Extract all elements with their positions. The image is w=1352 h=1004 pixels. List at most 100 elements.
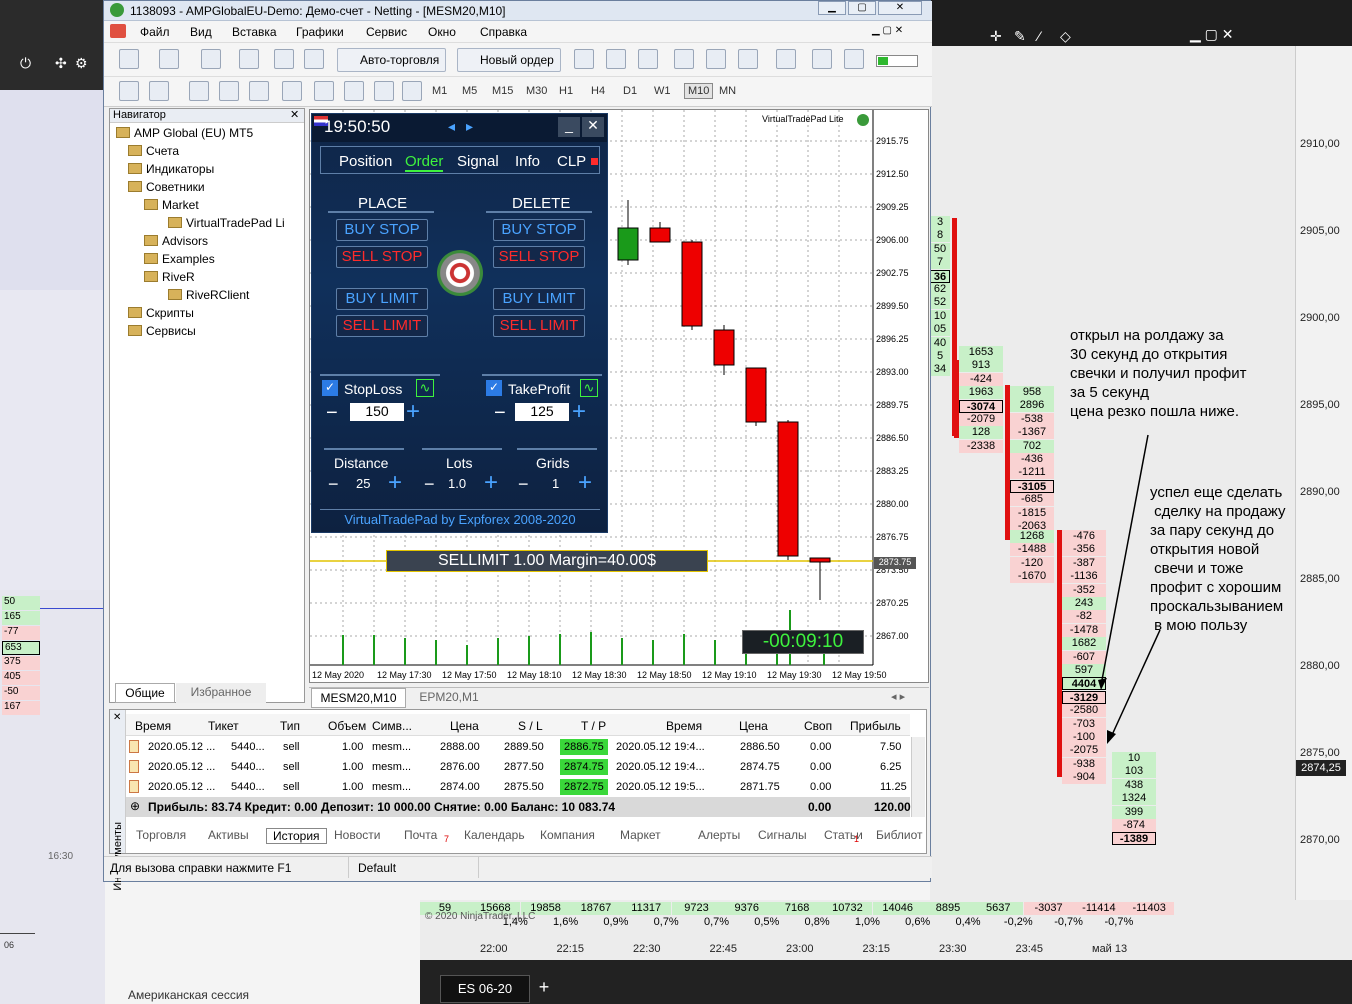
line-tool-icon[interactable]: ⁄ [1038,28,1040,44]
stoploss-wave-icon[interactable]: ∿ [416,379,434,397]
lots-plus-button[interactable]: + [484,469,498,497]
add-tab-button[interactable]: + [532,975,556,1001]
terminal-tab[interactable]: Компания [540,828,595,842]
navigator-item[interactable]: RiveRClient [168,288,249,302]
terminal-tab[interactable]: Торговля [136,828,186,842]
vtp-tab-info[interactable]: Info [515,153,540,170]
vtp-next-icon[interactable]: ▸ [466,118,473,135]
navigator-icon[interactable] [239,49,259,69]
place-sell-limit-button[interactable]: SELL LIMIT [336,315,428,337]
navigator-item[interactable]: Счета [128,144,179,158]
navigator-item[interactable]: Индикаторы [128,162,214,176]
menu-tools[interactable]: Сервис [366,25,407,39]
navigator-tab-favorites[interactable]: Избранное [176,683,266,703]
channel-icon[interactable] [282,81,302,101]
target-icon[interactable] [437,250,483,296]
crosshair-tool-icon[interactable] [149,81,169,101]
line-chart-icon[interactable] [638,49,658,69]
horizontal-line-icon[interactable] [219,81,239,101]
terminal-column-header[interactable]: Симв... [372,719,412,733]
takeprofit-minus-button[interactable]: − [494,402,506,425]
order-banner[interactable]: SELLIMIT 1.00 Margin=40.00$ [386,550,708,572]
navigator-item[interactable]: Скрипты [128,306,194,320]
grids-plus-button[interactable]: + [578,469,592,497]
ninja-window-controls[interactable]: ▁ ▢ ✕ [1190,26,1234,43]
chart-tab-epm20[interactable]: EPM20,M1 [409,688,489,708]
profiles-icon[interactable] [159,49,179,69]
trendline-icon[interactable] [249,81,269,101]
vtp-tab-order[interactable]: Order [405,153,444,172]
vtp-prev-icon[interactable]: ◂ [448,118,455,135]
navigator-item[interactable]: Сервисы [128,324,196,338]
vtp-minimize-button[interactable]: _ [558,117,580,137]
menu-help[interactable]: Справка [480,25,527,39]
search-icon[interactable] [812,49,832,69]
navigator-item[interactable]: AMP Global (EU) MT5 [116,126,253,140]
new-order-button[interactable]: Новый ордер [457,48,561,72]
terminal-tab[interactable]: История [266,828,327,844]
takeprofit-checkbox[interactable]: ✓ [486,380,502,396]
delete-buy-limit-button[interactable]: BUY LIMIT [493,288,585,310]
terminal-column-header[interactable]: Своп [804,719,832,733]
market-watch-icon[interactable] [201,49,221,69]
draw-tool-icon[interactable]: ◇ [1060,28,1071,45]
chat-icon[interactable] [844,49,864,69]
place-buy-limit-button[interactable]: BUY LIMIT [336,288,428,310]
timeframe-m15[interactable]: M15 [492,85,513,97]
distance-minus-button[interactable]: − [328,474,339,495]
new-chart-icon[interactable] [119,49,139,69]
stoploss-input[interactable]: 150 [350,403,404,421]
navigator-item[interactable]: RiveR [144,270,195,284]
terminal-column-header[interactable]: S / L [518,719,543,733]
timeframe-m1[interactable]: M1 [432,85,447,97]
vtp-tab-clp[interactable]: CLP [557,153,586,170]
autoscroll-icon[interactable] [776,49,796,69]
delete-buy-stop-button[interactable]: BUY STOP [493,219,585,241]
chart-tab-scroll[interactable]: ◂ ▸ [891,690,905,703]
place-buy-stop-button[interactable]: BUY STOP [336,219,428,241]
terminal-column-header[interactable]: Время [666,719,702,733]
takeprofit-wave-icon[interactable]: ∿ [580,379,598,397]
maximize-button[interactable]: ▢ [848,1,876,15]
grid-icon[interactable] [738,49,758,69]
navigator-item[interactable]: Examples [144,252,215,266]
terminal-tab[interactable]: Активы [208,828,249,842]
mdi-controls[interactable]: ▁ ▢ ✕ [872,25,903,36]
tab-es-06-20[interactable]: ES 06-20 [440,975,530,1003]
terminal-tab[interactable]: Маркет [620,828,661,842]
fibonacci-icon[interactable] [314,81,334,101]
delete-sell-limit-button[interactable]: SELL LIMIT [493,315,585,337]
vtp-tab-position[interactable]: Position [339,153,392,170]
cursor-icon[interactable] [119,81,139,101]
terminal-column-header[interactable]: Время [135,719,171,733]
terminal-column-header[interactable]: T / P [581,719,606,733]
grids-minus-button[interactable]: − [518,474,529,495]
vtp-tab-signal[interactable]: Signal [457,153,499,170]
timeframe-mn[interactable]: MN [719,85,736,97]
takeprofit-input[interactable]: 125 [515,403,569,421]
terminal-tab[interactable]: Календарь [464,828,525,842]
terminal-column-header[interactable]: Прибыль [850,719,901,733]
timeframe-h4[interactable]: H4 [591,85,605,97]
text-icon[interactable] [344,81,364,101]
menu-insert[interactable]: Вставка [232,25,277,39]
terminal-column-header[interactable]: Объем [328,719,366,733]
bar-chart-icon[interactable] [574,49,594,69]
vtp-close-button[interactable]: ✕ [582,117,604,137]
navigator-item[interactable]: Market [144,198,199,212]
timeframe-m5[interactable]: M5 [462,85,477,97]
takeprofit-plus-button[interactable]: + [572,398,586,426]
pencil-icon[interactable]: ✎ [1014,28,1026,45]
terminal-tab[interactable]: Сигналы [758,828,807,842]
menu-window[interactable]: Окно [428,25,456,39]
timeframe-m10[interactable]: M10 [684,83,714,99]
terminal-column-header[interactable]: Тип [280,719,300,733]
terminal-column-header[interactable]: Тикет [208,719,239,733]
minimize-button[interactable]: ▁ [818,1,846,15]
timeframe-h1[interactable]: H1 [559,85,573,97]
chart-tab-mesm20[interactable]: MESM20,M10 [311,688,406,708]
terminal-tab[interactable]: Новости [334,828,380,842]
signals-icon[interactable] [304,49,324,69]
summary-plus-icon[interactable]: ⊕ [130,799,140,813]
navigator-tab-common[interactable]: Общие [115,683,175,703]
